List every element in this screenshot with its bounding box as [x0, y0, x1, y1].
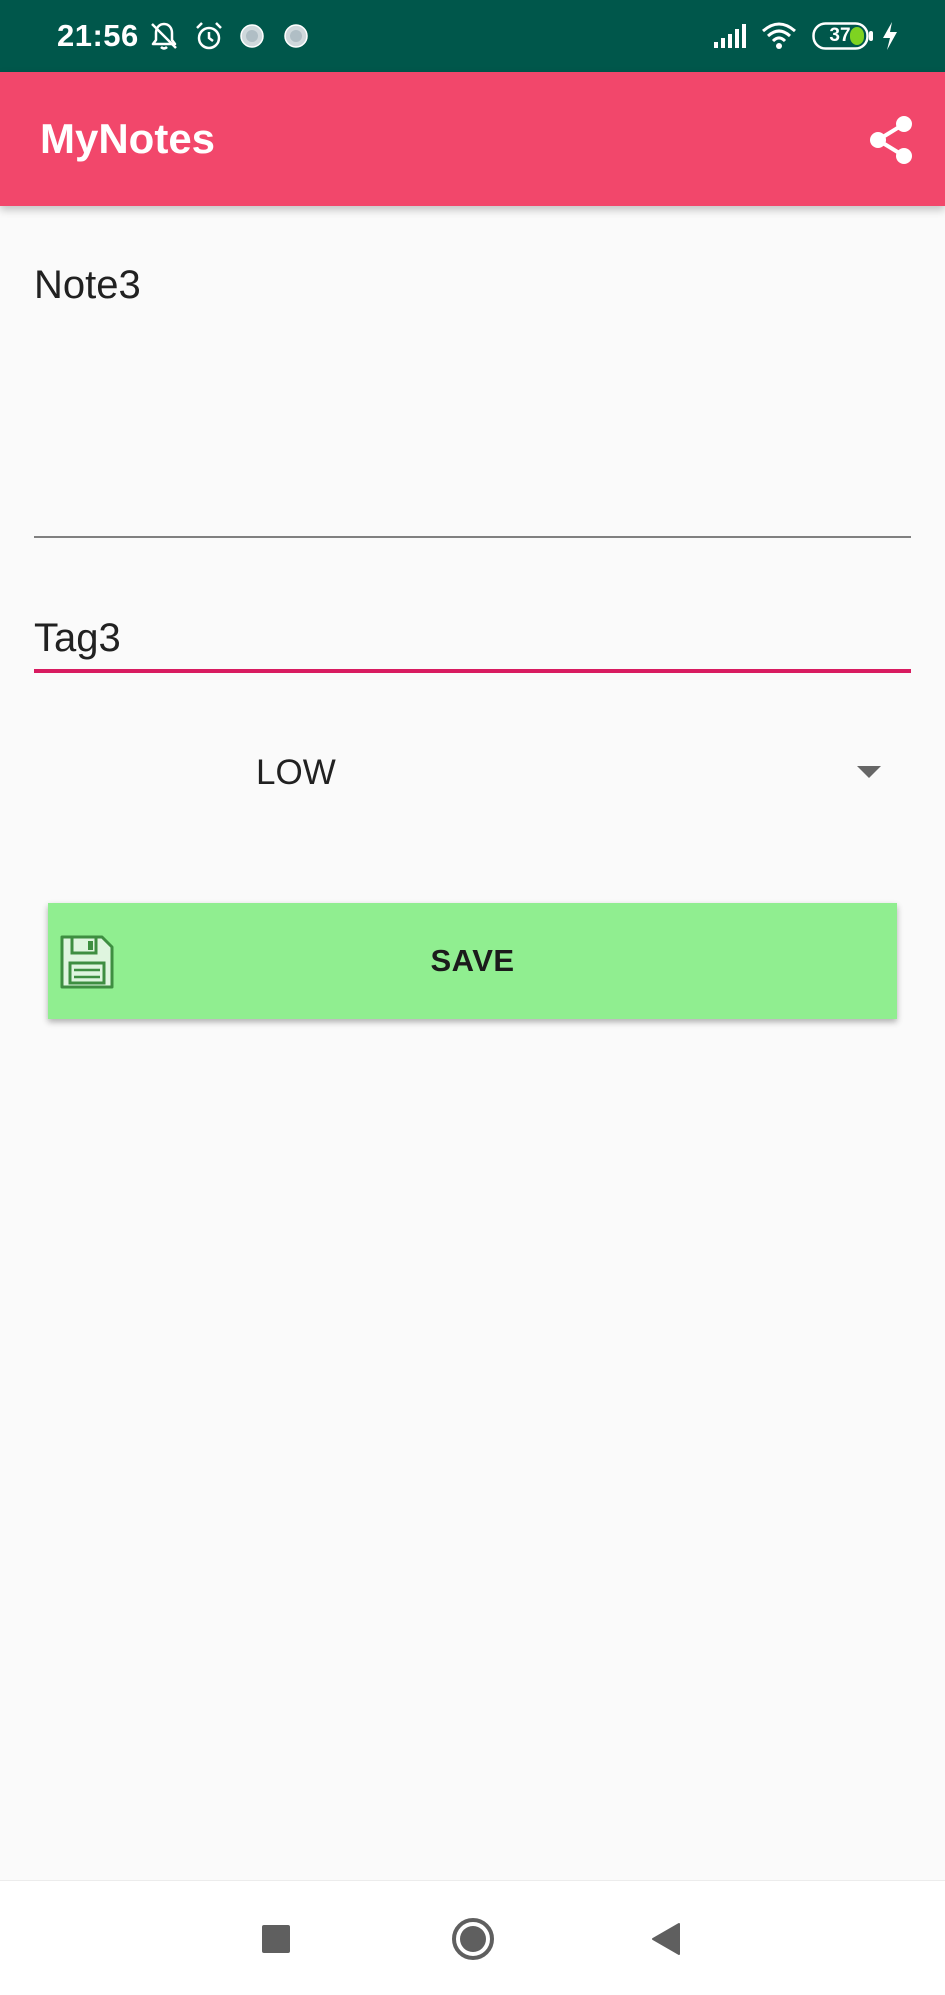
home-circle-icon	[452, 1918, 494, 1960]
charging-bolt-icon	[880, 20, 900, 52]
battery-icon: 37	[812, 22, 874, 50]
recents-button[interactable]	[248, 1911, 304, 1967]
app-title: MyNotes	[40, 115, 216, 162]
note-text-field[interactable]: Note3	[34, 250, 911, 538]
cellular-signal-icon	[712, 20, 748, 52]
alarm-icon	[193, 20, 225, 52]
status-bar: 21:56 37	[0, 0, 945, 72]
app-notification-icon	[238, 20, 266, 52]
note-text-value: Note3	[34, 263, 141, 307]
status-time: 21:56	[57, 18, 139, 53]
wifi-icon	[760, 20, 798, 52]
save-button[interactable]: SAVE	[48, 903, 897, 1019]
share-button[interactable]	[863, 112, 919, 168]
app-bar: MyNotes	[0, 72, 945, 206]
share-icon	[870, 116, 912, 164]
save-button-label: SAVE	[430, 943, 515, 978]
note-editor-screen: 21:56 37 MyNotes Note3 Tag3 LOW SAVE	[0, 0, 945, 1995]
recents-square-icon	[262, 1925, 290, 1953]
back-button[interactable]	[638, 1911, 694, 1967]
battery-level: 37	[829, 25, 851, 46]
priority-selected-value: LOW	[256, 753, 336, 792]
app-notification-icon	[282, 20, 310, 52]
tag-text-value: Tag3	[34, 616, 121, 660]
tag-input-field[interactable]: Tag3	[34, 606, 911, 673]
chevron-down-icon	[857, 766, 881, 778]
home-button[interactable]	[445, 1911, 501, 1967]
priority-dropdown[interactable]: LOW	[34, 738, 911, 812]
back-triangle-icon	[652, 1923, 680, 1955]
notifications-off-icon	[148, 20, 180, 52]
system-nav-bar	[0, 1880, 945, 1995]
